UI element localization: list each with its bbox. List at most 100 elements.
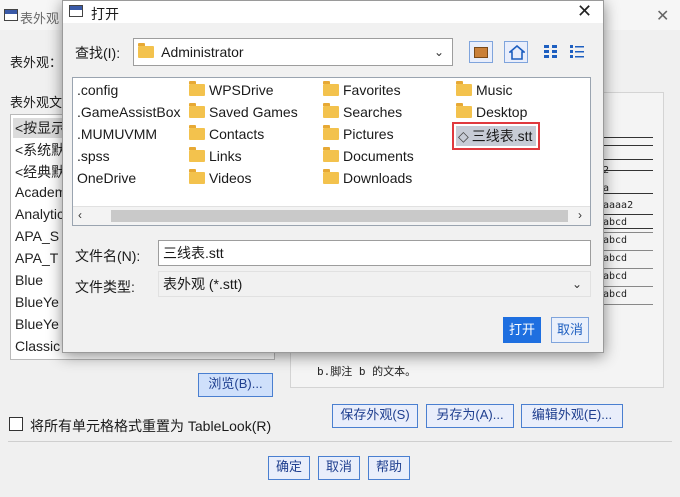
appearance-list-item[interactable]: <系统默 [15, 140, 65, 160]
folder-icon [189, 103, 205, 118]
appearance-list-item[interactable]: BlueYe [15, 294, 59, 310]
file-name: Music [476, 82, 513, 98]
divider [8, 441, 672, 442]
folder-item[interactable]: Favorites [323, 81, 401, 98]
up-folder-button[interactable] [469, 41, 493, 63]
save-look-button[interactable]: 保存外观(S) [332, 404, 418, 428]
file-list[interactable]: .config .GameAssistBox .MUMUVMM .spss OneDri… [72, 77, 591, 226]
open-cancel-button[interactable]: 取消 [551, 317, 589, 343]
browse-button[interactable]: 浏览(B)... [198, 373, 273, 397]
preview-rule [601, 214, 653, 215]
appearance-list-item[interactable]: <经典默 [15, 162, 65, 182]
folder-item[interactable]: Saved Games [189, 103, 298, 120]
open-button[interactable]: 打开 [503, 317, 541, 343]
preview-cell: abcd [603, 289, 628, 300]
ok-button[interactable]: 确定 [268, 456, 310, 480]
appearance-list-item[interactable]: APA_T [15, 250, 58, 266]
preview-row-line [601, 268, 653, 269]
preview-cell: abcd [603, 235, 628, 246]
reset-checkbox-label: 将所有单元格格式重置为 TableLook(R) [30, 418, 272, 434]
lookin-label: 查找(I): [75, 45, 121, 61]
appearance-list-item[interactable]: APA_S [15, 228, 59, 244]
appearance-list-item[interactable]: BlueYe [15, 316, 59, 332]
file-name: Contacts [209, 126, 265, 142]
folder-icon [323, 169, 339, 184]
list-view-icon[interactable] [543, 44, 559, 60]
file-item[interactable]: .spss [77, 148, 110, 164]
appearance-list-item[interactable]: Blue [15, 272, 43, 288]
folder-item[interactable]: Downloads [323, 169, 412, 186]
file-name: Searches [343, 104, 403, 120]
file-name: WPSDrive [209, 82, 274, 98]
folder-icon [323, 125, 339, 140]
bg-window-title: 表外观 [20, 11, 60, 26]
app-icon [4, 9, 18, 21]
file-name: 三线表.stt [471, 128, 533, 144]
appearance-list-item[interactable]: Analytic [15, 206, 64, 222]
folder-item[interactable]: Contacts [189, 125, 265, 142]
file-name: .GameAssistBox [77, 104, 181, 120]
folder-item[interactable]: Pictures [323, 125, 394, 142]
filename-input[interactable]: 三线表.stt [158, 240, 591, 266]
folder-item[interactable]: Searches [323, 103, 403, 120]
preview-rule [601, 159, 653, 160]
file-name: .spss [77, 148, 110, 164]
bg-cancel-button[interactable]: 取消 [318, 456, 360, 480]
appearance-list-label: 表外观文 [10, 95, 63, 110]
filetype-select[interactable]: 表外观 (*.stt) ⌄ [158, 271, 591, 297]
horizontal-scrollbar[interactable]: ‹ › [73, 206, 590, 225]
folder-item[interactable]: Documents [323, 147, 414, 164]
file-name: Desktop [476, 104, 528, 120]
folder-item[interactable]: Music [456, 81, 513, 98]
preview-rule [601, 228, 653, 229]
open-file-dialog: 打开 ✕ 查找(I): Administrator ⌄ .config .Game… [62, 0, 604, 353]
file-name: Pictures [343, 126, 394, 142]
scrollbar-thumb[interactable] [111, 210, 568, 222]
scroll-left-icon[interactable]: ‹ [78, 208, 82, 222]
folder-icon [323, 103, 339, 118]
file-item[interactable]: .GameAssistBox [77, 104, 180, 120]
edit-look-button[interactable]: 编辑外观(E)... [521, 404, 623, 428]
folder-item[interactable]: WPSDrive [189, 81, 274, 98]
chevron-down-icon: ⌄ [433, 45, 444, 59]
home-button[interactable] [504, 41, 528, 63]
scroll-right-icon[interactable]: › [578, 208, 582, 222]
file-item[interactable]: OneDrive [77, 170, 136, 186]
folder-icon [456, 103, 472, 118]
file-name: Links [209, 148, 242, 164]
stt-file-icon: ◇ [458, 128, 469, 144]
file-item[interactable]: .config [77, 82, 118, 98]
help-button[interactable]: 帮助 [368, 456, 410, 480]
save-as-button[interactable]: 另存为(A)... [426, 404, 514, 428]
folder-icon [189, 81, 205, 96]
file-item[interactable]: .MUMUVMM [77, 126, 157, 142]
appearance-list-item[interactable]: Academ [15, 184, 66, 200]
open-close-icon[interactable]: ✕ [577, 1, 592, 22]
folder-item[interactable]: Links [189, 147, 242, 164]
folder-icon [189, 147, 205, 162]
folder-item[interactable]: Videos [189, 169, 252, 186]
home-icon [509, 45, 525, 60]
reset-checkbox[interactable] [9, 417, 23, 431]
bg-close-icon[interactable]: ✕ [656, 6, 669, 26]
preview-rule [601, 145, 653, 146]
file-name: Documents [343, 148, 414, 164]
details-view-icon[interactable] [569, 44, 585, 60]
preview-row-line [601, 286, 653, 287]
open-dialog-title: 打开 [91, 6, 119, 22]
folder-item[interactable]: Desktop [456, 103, 528, 120]
dialog-app-icon [69, 5, 83, 17]
folder-icon [323, 81, 339, 96]
preview-cell: abcd [603, 271, 628, 282]
file-name: Saved Games [209, 104, 298, 120]
appearance-list-item[interactable]: <按显示 [13, 118, 68, 138]
folder-icon [138, 43, 154, 58]
lookin-value: Administrator [161, 44, 244, 60]
folder-icon [323, 147, 339, 162]
appearance-label: 表外观： [10, 55, 63, 70]
selected-file-item[interactable]: ◇ 三线表.stt [451, 122, 541, 150]
appearance-list-item[interactable]: Classic [15, 338, 60, 354]
preview-cell: abcd [603, 217, 628, 228]
folder-icon [189, 125, 205, 140]
lookin-select[interactable]: Administrator ⌄ [133, 38, 453, 66]
